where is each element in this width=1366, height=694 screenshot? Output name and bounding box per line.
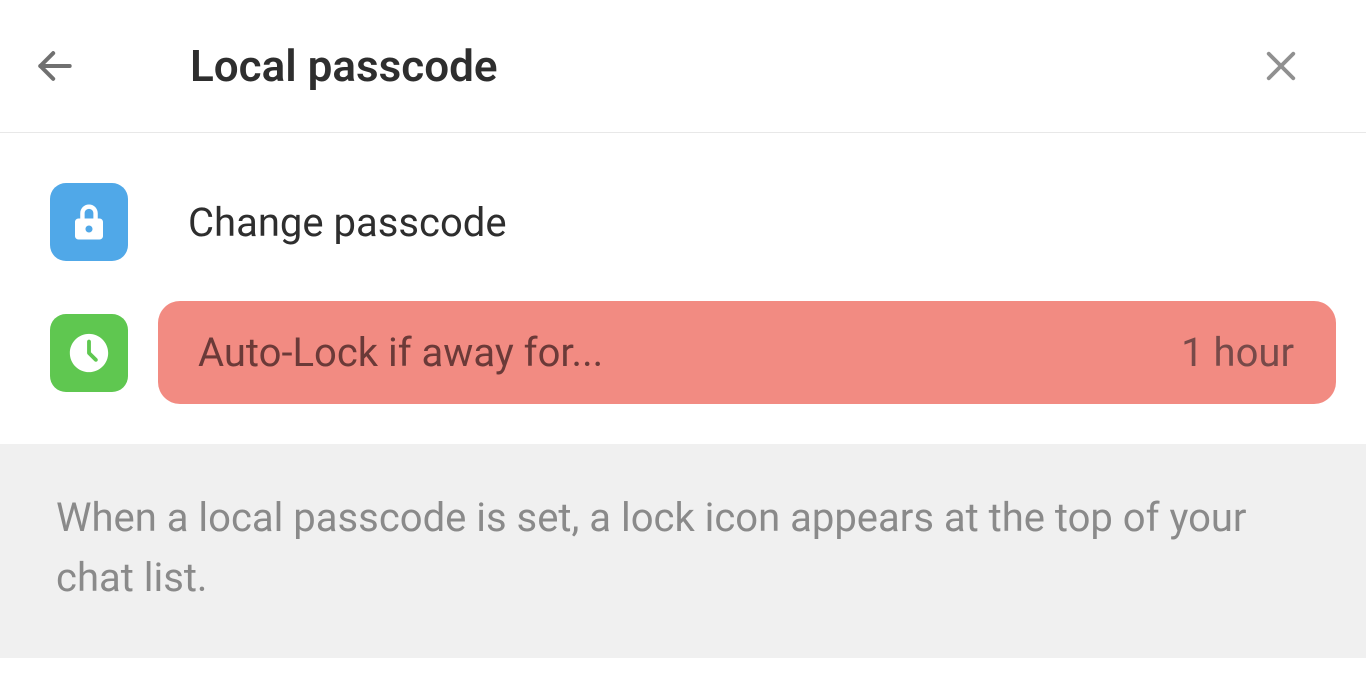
auto-lock-item[interactable]: Auto-Lock if away for... 1 hour [0,281,1366,434]
change-passcode-label: Change passcode [188,199,1326,246]
back-button[interactable] [30,41,80,91]
close-button[interactable] [1256,41,1306,91]
change-passcode-item[interactable]: Change passcode [0,163,1366,281]
settings-list: Change passcode Auto-Lock if away for...… [0,133,1366,434]
auto-lock-value: 1 hour [1181,329,1294,376]
lock-icon-box [50,183,128,261]
footer-note: When a local passcode is set, a lock ico… [0,444,1366,658]
footer-text: When a local passcode is set, a lock ico… [56,488,1316,608]
auto-lock-label: Auto-Lock if away for... [198,329,1181,376]
lock-icon [68,201,110,243]
clock-icon-box [50,314,128,392]
clock-icon [66,330,112,376]
header: Local passcode [0,0,1366,133]
close-icon [1260,45,1302,87]
arrow-left-icon [33,44,77,88]
page-title: Local passcode [190,40,1256,92]
auto-lock-highlight[interactable]: Auto-Lock if away for... 1 hour [158,301,1336,404]
